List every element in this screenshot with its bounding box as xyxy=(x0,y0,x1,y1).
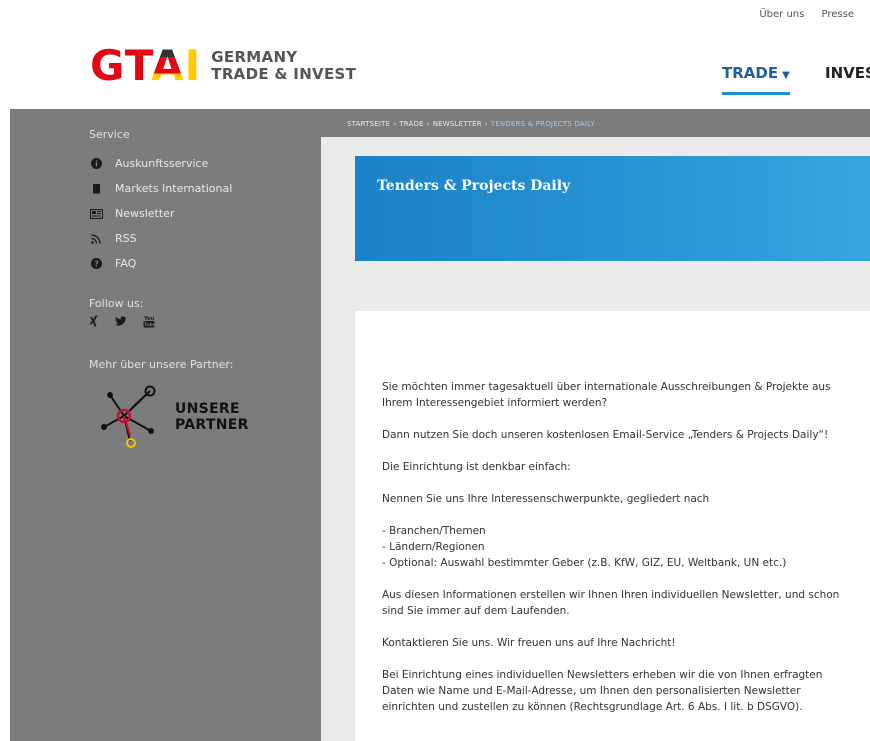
sidebar-item-markets-international[interactable]: Markets International xyxy=(89,176,289,201)
article-paragraph: Nennen Sie uns Ihre Interessenschwerpunk… xyxy=(382,493,710,505)
sidebar-item-newsletter[interactable]: Newsletter xyxy=(89,201,289,226)
article-paragraph: Kontaktieren Sie uns. Wir freuen uns auf… xyxy=(382,637,676,649)
article-text: Sie möchten immer tagesaktuell über inte… xyxy=(382,379,852,731)
sidebar-item-label: FAQ xyxy=(115,257,137,270)
list-item: - Ländern/Regionen xyxy=(382,541,485,553)
partner-label: Mehr über unsere Partner: xyxy=(89,358,234,371)
partner-text: UNSERE PARTNER xyxy=(175,401,249,433)
press-link[interactable]: Presse xyxy=(822,9,854,20)
breadcrumb-trade[interactable]: TRADE xyxy=(399,120,423,128)
info-icon xyxy=(89,157,103,171)
site-header: Über uns Presse GTAI GERMANY TRADE & INV… xyxy=(0,0,870,109)
partner-network-icon xyxy=(101,385,156,448)
twitter-icon[interactable] xyxy=(115,315,127,331)
list-item: - Branchen/Themen xyxy=(382,525,486,537)
sidebar-item-label: Markets International xyxy=(115,182,233,195)
sidebar-item-faq[interactable]: ? FAQ xyxy=(89,251,289,276)
sidebar-item-label: Auskunftsservice xyxy=(115,157,209,170)
svg-text:?: ? xyxy=(94,260,99,269)
hero-banner: Tenders & Projects Daily xyxy=(355,156,870,261)
nav-invest[interactable]: INVES xyxy=(825,64,870,82)
breadcrumb-newsletter[interactable]: NEWSLETTER xyxy=(433,120,482,128)
social-links: You Tube xyxy=(89,315,156,331)
article-paragraph: Sie möchten immer tagesaktuell über inte… xyxy=(382,381,831,409)
breadcrumb-home[interactable]: STARTSEITE xyxy=(347,120,390,128)
partner-line2: PARTNER xyxy=(175,417,249,433)
breadcrumb-separator: › xyxy=(426,120,430,128)
sidebar: Service Auskunftsservice Markets Interna… xyxy=(89,128,289,276)
question-icon: ? xyxy=(89,257,103,271)
sidebar-item-auskunftsservice[interactable]: Auskunftsservice xyxy=(89,151,289,176)
logo-line2: TRADE & INVEST xyxy=(211,65,357,83)
sidebar-item-label: RSS xyxy=(115,232,137,245)
service-title: Service xyxy=(89,128,130,141)
breadcrumb: STARTSEITE › TRADE › NEWSLETTER › TENDERS & PR… xyxy=(347,120,595,128)
sidebar-item-rss[interactable]: RSS xyxy=(89,226,289,251)
logo-text: GERMANY TRADE & INVEST xyxy=(211,49,356,83)
list-item: - Optional: Auswahl bestimmter Geber (z.… xyxy=(382,557,787,569)
gtai-logo[interactable]: GTAI GERMANY TRADE & INVEST xyxy=(90,41,356,90)
rss-icon xyxy=(89,232,103,246)
article-paragraph: Die Einrichtung ist denkbar einfach: xyxy=(382,461,571,473)
breadcrumb-current: TENDERS & PROJECTS DAILY xyxy=(490,120,595,128)
breadcrumb-separator: › xyxy=(484,120,488,128)
logo-mark: GTAI xyxy=(90,41,202,90)
newspaper-icon xyxy=(89,207,103,221)
article-paragraph: Bei Einrichtung eines individuellen News… xyxy=(382,669,823,713)
nav-trade[interactable]: TRADE ▼ xyxy=(722,64,790,95)
top-links: Über uns Presse xyxy=(745,9,854,20)
chevron-down-icon: ▼ xyxy=(782,70,790,81)
logo-line1: GERMANY xyxy=(211,48,298,66)
partner-logo[interactable]: UNSERE PARTNER xyxy=(98,383,268,453)
follow-us-label: Follow us: xyxy=(89,297,144,310)
xing-icon[interactable] xyxy=(89,315,99,331)
sidebar-item-label: Newsletter xyxy=(115,207,175,220)
article-paragraph: Dann nutzen Sie doch unseren kostenlosen… xyxy=(382,429,829,441)
partner-line1: UNSERE xyxy=(175,401,240,417)
about-link[interactable]: Über uns xyxy=(759,9,804,20)
youtube-icon[interactable]: You Tube xyxy=(143,315,156,331)
article-list: - Branchen/Themen - Ländern/Regionen - O… xyxy=(382,523,852,571)
main-nav: TRADE▼ INVES xyxy=(722,64,870,95)
book-icon xyxy=(89,182,103,196)
article-paragraph: Aus diesen Informationen erstellen wir I… xyxy=(382,589,840,617)
svg-text:Tube: Tube xyxy=(144,322,155,327)
page-title: Tenders & Projects Daily xyxy=(377,178,571,194)
breadcrumb-separator: › xyxy=(393,120,397,128)
